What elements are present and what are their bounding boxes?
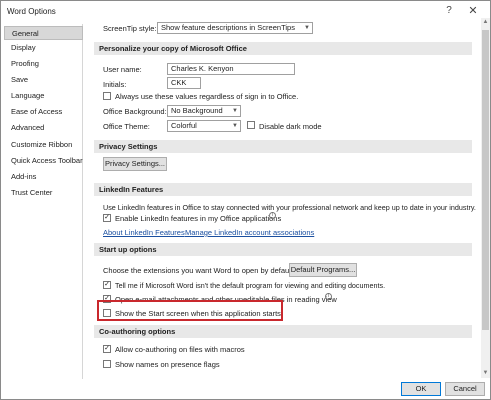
always-use-checkbox[interactable] (103, 92, 111, 100)
cancel-button[interactable]: Cancel (445, 382, 485, 396)
username-label: User name: (103, 65, 142, 74)
initials-label: Initials: (103, 80, 127, 89)
office-theme-dropdown[interactable]: Colorful ▼ (167, 120, 241, 132)
sidebar-item-ease-of-access[interactable]: Ease of Access (4, 105, 83, 119)
coauthoring-section-header: Co-authoring options (94, 325, 472, 338)
sidebar-item-general[interactable]: General (4, 26, 83, 40)
sidebar-item-advanced[interactable]: Advanced (4, 121, 83, 135)
choose-extensions-label: Choose the extensions you want Word to o… (103, 266, 296, 275)
chevron-down-icon: ▼ (304, 25, 310, 31)
vertical-scrollbar[interactable]: ▲ ▼ (481, 18, 490, 378)
screentip-value: Show feature descriptions in ScreenTips (161, 23, 295, 32)
office-background-value: No Background (171, 106, 223, 115)
startup-section-header: Start up options (94, 243, 472, 256)
chevron-down-icon: ▼ (232, 123, 238, 129)
sidebar-nav: General Display Proofing Save Language E… (4, 24, 83, 387)
initials-field[interactable]: CKK (167, 77, 201, 89)
sidebar-item-display[interactable]: Display (4, 41, 83, 55)
sidebar-item-language[interactable]: Language (4, 89, 83, 103)
office-background-dropdown[interactable]: No Background ▼ (167, 105, 241, 117)
highlight-box (97, 300, 283, 321)
info-icon: i (325, 293, 332, 300)
username-field[interactable]: Charles K. Kenyon (167, 63, 295, 75)
enable-linkedin-checkbox[interactable]: ✓ (103, 214, 111, 222)
allow-coauthoring-label: Allow co-authoring on files with macros (115, 345, 245, 354)
show-names-label: Show names on presence flags (115, 360, 220, 369)
scroll-down-icon[interactable]: ▼ (481, 369, 490, 378)
about-linkedin-link[interactable]: About LinkedIn Features (103, 228, 185, 237)
always-use-label: Always use these values regardless of si… (115, 92, 299, 101)
enable-linkedin-label: Enable LinkedIn features in my Office ap… (115, 214, 282, 223)
personalize-section-header: Personalize your copy of Microsoft Offic… (94, 42, 472, 55)
sidebar-item-add-ins[interactable]: Add-ins (4, 170, 83, 184)
word-options-dialog: Word Options ? ✕ General Display Proofin… (0, 0, 491, 400)
chevron-down-icon: ▼ (232, 108, 238, 114)
sidebar-item-trust-center[interactable]: Trust Center (4, 186, 83, 200)
office-theme-value: Colorful (171, 121, 197, 130)
screentip-label: ScreenTip style: (103, 24, 157, 33)
allow-coauthoring-checkbox[interactable]: ✓ (103, 345, 111, 353)
help-icon[interactable]: ? (439, 3, 459, 19)
privacy-settings-button[interactable]: Privacy Settings... (103, 157, 167, 171)
scroll-up-icon[interactable]: ▲ (481, 18, 490, 27)
tell-me-label: Tell me if Microsoft Word isn't the defa… (115, 281, 386, 290)
ok-button[interactable]: OK (401, 382, 441, 396)
sidebar-item-customize-ribbon[interactable]: Customize Ribbon (4, 138, 83, 152)
manage-linkedin-link[interactable]: Manage LinkedIn account associations (185, 228, 314, 237)
close-icon[interactable]: ✕ (463, 3, 483, 19)
tell-me-checkbox[interactable]: ✓ (103, 281, 111, 289)
options-content: ScreenTip style: Show feature descriptio… (85, 18, 481, 378)
disable-dark-mode-label: Disable dark mode (259, 122, 322, 131)
scroll-thumb[interactable] (482, 30, 489, 330)
office-theme-label: Office Theme: (103, 122, 150, 131)
sidebar-item-save[interactable]: Save (4, 73, 83, 87)
screentip-dropdown[interactable]: Show feature descriptions in ScreenTips … (157, 22, 313, 34)
info-icon: i (269, 212, 276, 219)
default-programs-button[interactable]: Default Programs... (289, 263, 357, 277)
sidebar-item-quick-access-toolbar[interactable]: Quick Access Toolbar (4, 154, 83, 168)
disable-dark-mode-checkbox[interactable] (247, 121, 255, 129)
linkedin-description: Use LinkedIn features in Office to stay … (103, 203, 476, 212)
office-background-label: Office Background: (103, 107, 167, 116)
dialog-footer: OK Cancel (1, 379, 490, 399)
window-title: Word Options (7, 7, 56, 16)
sidebar-item-proofing[interactable]: Proofing (4, 57, 83, 71)
privacy-section-header: Privacy Settings (94, 140, 472, 153)
linkedin-section-header: LinkedIn Features (94, 183, 472, 196)
show-names-checkbox[interactable] (103, 360, 111, 368)
